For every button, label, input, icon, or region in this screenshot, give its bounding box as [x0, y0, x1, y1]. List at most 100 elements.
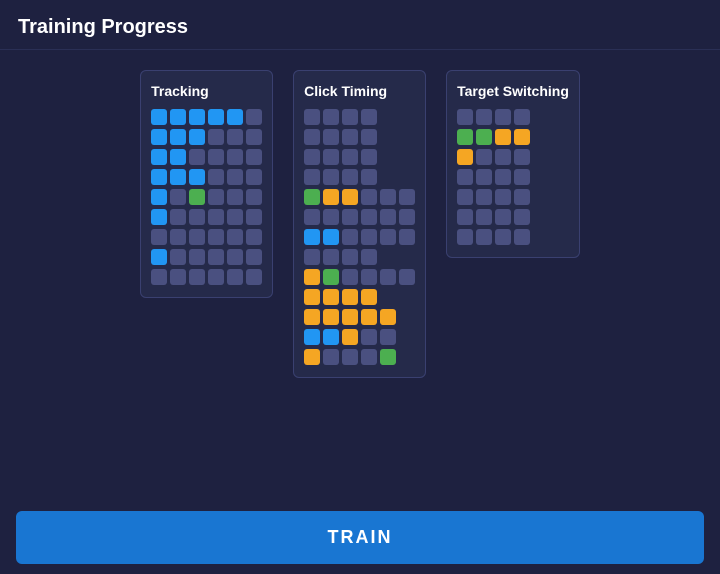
grid-cell: [380, 189, 396, 205]
table-row: [304, 229, 415, 245]
grid-cell: [227, 169, 243, 185]
grid-cell: [151, 269, 167, 285]
grid-cell: [361, 269, 377, 285]
grid-cell: [208, 229, 224, 245]
grid-cell: [361, 249, 377, 265]
grid-cell: [476, 129, 492, 145]
table-row: [304, 309, 415, 325]
grid-cell: [361, 149, 377, 165]
grid-cell: [151, 189, 167, 205]
table-row: [457, 149, 569, 165]
table-row: [304, 209, 415, 225]
grid-cell: [342, 109, 358, 125]
grid-cell: [227, 249, 243, 265]
grid-cell: [361, 189, 377, 205]
table-row: [304, 249, 415, 265]
grid-cell: [457, 149, 473, 165]
grid-cell: [304, 289, 320, 305]
table-row: [151, 249, 262, 265]
grid-cell: [246, 229, 262, 245]
grid-cell: [170, 169, 186, 185]
grid-cell: [227, 189, 243, 205]
grid-cell: [170, 109, 186, 125]
grid-cell: [380, 269, 396, 285]
table-row: [151, 209, 262, 225]
grid-cell: [304, 309, 320, 325]
grid-cell: [208, 169, 224, 185]
grid-cell: [208, 109, 224, 125]
grid-cell: [304, 189, 320, 205]
grid-cell: [514, 169, 530, 185]
grid-cell: [151, 249, 167, 265]
grid-cell: [189, 229, 205, 245]
grid-cell: [476, 189, 492, 205]
grid-cell: [208, 189, 224, 205]
grid-cell: [495, 189, 511, 205]
grid-cell: [189, 109, 205, 125]
grid-cell: [342, 189, 358, 205]
grid-cell: [208, 129, 224, 145]
grid-cell: [304, 169, 320, 185]
grid-cell: [457, 109, 473, 125]
grid-cell: [304, 209, 320, 225]
grid-cell: [189, 129, 205, 145]
grid-cell: [342, 329, 358, 345]
table-row: [304, 289, 415, 305]
table-row: [457, 169, 569, 185]
header: Training Progress: [0, 0, 720, 50]
table-row: [457, 129, 569, 145]
grid-cell: [323, 229, 339, 245]
panel-click-timing: Click Timing: [293, 70, 426, 378]
grid-cell: [227, 209, 243, 225]
grid-cell: [514, 129, 530, 145]
grid-cell: [246, 129, 262, 145]
panel-tracking: Tracking: [140, 70, 273, 298]
grid-cell: [227, 149, 243, 165]
table-row: [151, 269, 262, 285]
train-button[interactable]: TRAIN: [16, 511, 704, 564]
grid-cell: [227, 109, 243, 125]
grid-cell: [399, 269, 415, 285]
footer: TRAIN: [0, 501, 720, 574]
grid-cell: [323, 349, 339, 365]
grid-cell: [399, 209, 415, 225]
grid-cell: [380, 229, 396, 245]
grid-cell: [380, 349, 396, 365]
grid-cell: [399, 189, 415, 205]
grid-cell: [170, 149, 186, 165]
grid-cell: [323, 309, 339, 325]
grid-cell: [304, 229, 320, 245]
table-row: [151, 149, 262, 165]
grid-cell: [457, 209, 473, 225]
grid-cell: [151, 129, 167, 145]
grid-cell: [151, 209, 167, 225]
grid-cell: [323, 329, 339, 345]
grid-cell: [246, 109, 262, 125]
grid-cell: [189, 169, 205, 185]
grid-cell: [514, 109, 530, 125]
grid-cell: [170, 269, 186, 285]
grid-cell: [399, 229, 415, 245]
table-row: [304, 109, 415, 125]
grid-cell: [246, 169, 262, 185]
table-row: [304, 169, 415, 185]
grid-cell: [246, 189, 262, 205]
grid-click-timing: [304, 109, 415, 365]
grid-cell: [323, 269, 339, 285]
table-row: [304, 149, 415, 165]
table-row: [151, 189, 262, 205]
grid-cell: [304, 349, 320, 365]
grid-cell: [495, 229, 511, 245]
grid-cell: [361, 329, 377, 345]
grid-cell: [495, 109, 511, 125]
table-row: [151, 229, 262, 245]
grid-cell: [476, 169, 492, 185]
grid-cell: [342, 349, 358, 365]
grid-cell: [476, 229, 492, 245]
grid-cell: [514, 189, 530, 205]
grid-cell: [380, 329, 396, 345]
grid-cell: [246, 149, 262, 165]
grid-cell: [189, 249, 205, 265]
grid-cell: [495, 169, 511, 185]
grid-target-switching: [457, 109, 569, 245]
